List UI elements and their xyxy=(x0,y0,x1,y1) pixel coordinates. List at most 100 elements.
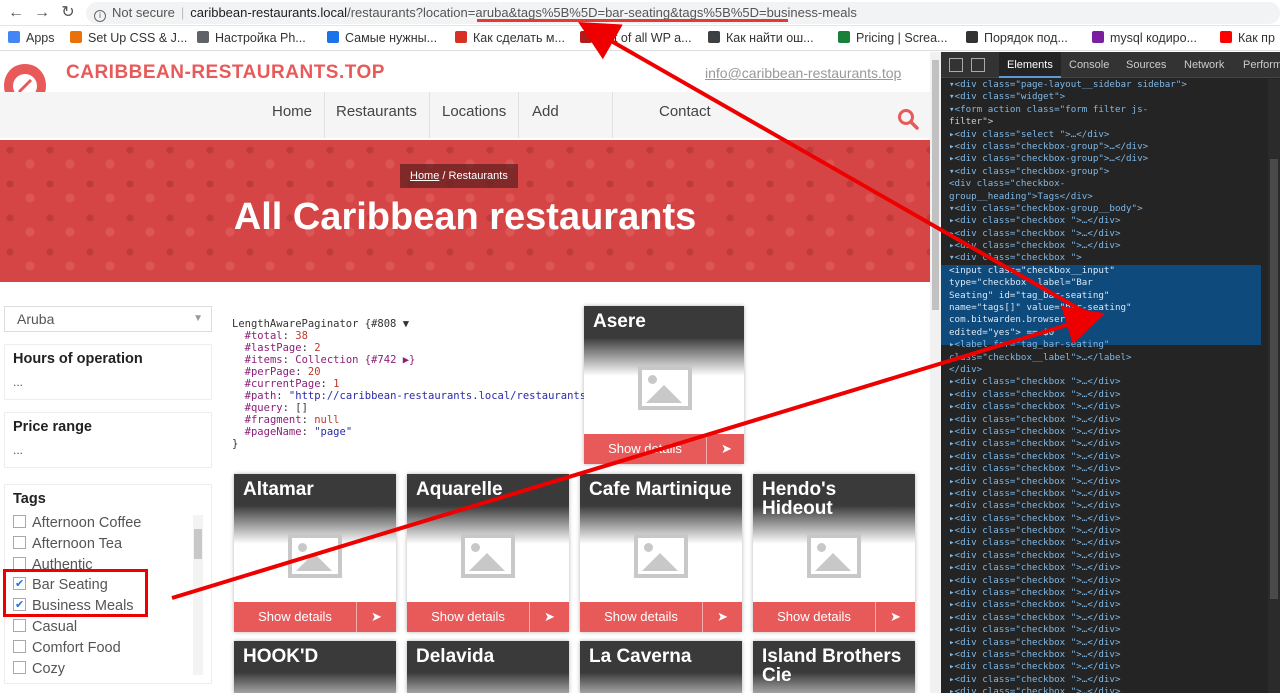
dom-tree-line[interactable]: edited="yes"> == $0 xyxy=(941,327,1280,339)
tag-checkbox-item[interactable]: Cozy xyxy=(13,659,65,679)
card-title[interactable]: La Caverna xyxy=(589,647,739,666)
dom-tree-line[interactable]: ▸<div class="checkbox ">…</div> xyxy=(941,476,1280,488)
site-logo[interactable]: CARIBBEAN-RESTAURANTS.TOP xyxy=(66,62,385,84)
dom-tree-line[interactable]: ▸<div class="checkbox ">…</div> xyxy=(941,649,1280,661)
navigate-icon[interactable]: ➤ xyxy=(529,602,569,632)
checkbox-empty-icon[interactable] xyxy=(13,515,26,528)
dom-tree-line[interactable]: type="checkbox" label="Bar xyxy=(941,277,1280,289)
dom-tree-line[interactable]: ▸<div class="checkbox ">…</div> xyxy=(941,525,1280,537)
menu-add-restaurant[interactable]: Add restaurant xyxy=(520,92,613,160)
dom-tree-line[interactable]: ▸<div class="checkbox ">…</div> xyxy=(941,488,1280,500)
navigate-icon[interactable]: ➤ xyxy=(356,602,396,632)
dom-tree-line[interactable]: <input class="checkbox__input" xyxy=(941,265,1280,277)
navigate-icon[interactable]: ➤ xyxy=(706,434,744,464)
card-title[interactable]: Altamar xyxy=(243,480,393,499)
card-title[interactable]: Cafe Martinique xyxy=(589,480,739,499)
show-details-button[interactable]: Show details xyxy=(407,602,529,632)
restaurant-card[interactable]: HOOK'D xyxy=(234,641,396,693)
card-title[interactable]: Delavida xyxy=(416,647,566,666)
dom-tree-line[interactable]: </div> xyxy=(941,364,1280,376)
info-icon[interactable]: i xyxy=(94,10,106,22)
bookmark-item[interactable]: Как пр xyxy=(1220,31,1275,45)
tag-checkbox-item[interactable]: Afternoon Tea xyxy=(13,534,122,554)
menu-locations[interactable]: Locations xyxy=(430,92,520,138)
dom-tree-line[interactable]: ▸<div class="checkbox ">…</div> xyxy=(941,451,1280,463)
tab-network[interactable]: Network xyxy=(1176,52,1232,78)
checkbox-empty-icon[interactable] xyxy=(13,660,26,674)
tab-console[interactable]: Console xyxy=(1061,52,1117,78)
hours-filter-value[interactable]: ... xyxy=(13,375,203,389)
dom-tree-line[interactable]: ▾<div class="checkbox-group__body"> xyxy=(941,203,1280,215)
menu-home[interactable]: Home xyxy=(260,92,326,138)
tag-checkbox-item[interactable]: Casual xyxy=(13,617,77,637)
card-title[interactable]: Asere xyxy=(593,312,743,331)
tab-elements[interactable]: Elements xyxy=(999,52,1061,78)
restaurant-card[interactable]: Asere Show details ➤ xyxy=(584,306,744,464)
bookmark-item[interactable]: List of all WP a... xyxy=(580,31,692,45)
dom-tree-line[interactable]: ▸<div class="checkbox ">…</div> xyxy=(941,414,1280,426)
dom-tree-line[interactable]: ▸<div class="checkbox ">…</div> xyxy=(941,661,1280,673)
dump-value[interactable]: Collection {#742 ▶} xyxy=(295,354,415,366)
restaurant-card[interactable]: Altamar Show details ➤ xyxy=(234,474,396,632)
menu-restaurants[interactable]: Restaurants xyxy=(324,92,430,138)
tags-scrollbar-thumb[interactable] xyxy=(194,529,202,559)
dom-tree-line[interactable]: ▸<div class="checkbox ">…</div> xyxy=(941,376,1280,388)
page-scrollbar[interactable] xyxy=(930,52,941,693)
card-title[interactable]: HOOK'D xyxy=(243,647,393,666)
device-toolbar-icon[interactable] xyxy=(971,58,985,72)
bookmark-item[interactable]: Pricing | Screa... xyxy=(838,31,947,45)
bookmark-item[interactable]: Порядок под... xyxy=(966,31,1068,45)
dom-tree-line[interactable]: ▸<label for="tag_bar-seating" xyxy=(941,339,1280,351)
dom-tree-line[interactable]: ▸<div class="checkbox ">…</div> xyxy=(941,537,1280,549)
show-details-button[interactable]: Show details xyxy=(580,602,702,632)
contact-email-link[interactable]: info@caribbean-restaurants.top xyxy=(705,65,901,81)
dom-tree-line[interactable]: ▸<div class="checkbox ">…</div> xyxy=(941,240,1280,252)
reload-icon[interactable]: ↻ xyxy=(58,3,78,23)
restaurant-card[interactable]: Aquarelle Show details ➤ xyxy=(407,474,569,632)
bookmark-item[interactable]: Как сделать м... xyxy=(455,31,565,45)
dom-tree-line[interactable]: ▸<div class="checkbox ">…</div> xyxy=(941,389,1280,401)
dom-tree-line[interactable]: ▸<div class="select ">…</div> xyxy=(941,129,1280,141)
dom-tree-line[interactable]: filter"> xyxy=(941,116,1280,128)
dom-tree-line[interactable]: ▸<div class="checkbox ">…</div> xyxy=(941,686,1280,693)
bookmark-item[interactable]: mysql кодиро... xyxy=(1092,31,1197,45)
restaurant-card[interactable]: Hendo's Hideout Show details ➤ xyxy=(753,474,915,632)
restaurant-card[interactable]: Delavida xyxy=(407,641,569,693)
dom-tree-line[interactable]: ▸<div class="checkbox ">…</div> xyxy=(941,401,1280,413)
dom-tree-line[interactable]: ▸<div class="checkbox ">…</div> xyxy=(941,599,1280,611)
dom-tree-line[interactable]: ▸<div class="checkbox ">…</div> xyxy=(941,562,1280,574)
bookmark-item[interactable]: Apps xyxy=(8,31,55,45)
dom-tree-line[interactable]: com.bitwarden.browser.user- xyxy=(941,314,1280,326)
dom-tree-line[interactable]: group__heading">Tags</div> xyxy=(941,191,1280,203)
dom-tree-line[interactable]: ▸<div class="checkbox ">…</div> xyxy=(941,637,1280,649)
dom-tree-line[interactable]: ▾<form action class="form filter js- xyxy=(941,104,1280,116)
menu-contact[interactable]: Contact xyxy=(647,92,723,138)
dom-tree-line[interactable]: ▸<div class="checkbox ">…</div> xyxy=(941,575,1280,587)
card-title[interactable]: Hendo's Hideout xyxy=(762,480,912,518)
search-icon[interactable] xyxy=(897,108,919,130)
dom-tree-line[interactable]: ▸<div class="checkbox ">…</div> xyxy=(941,426,1280,438)
card-title[interactable]: Aquarelle xyxy=(416,480,566,499)
dom-tree-line[interactable]: ▸<div class="checkbox ">…</div> xyxy=(941,228,1280,240)
dom-tree-line[interactable]: class="checkbox__label">…</label> xyxy=(941,352,1280,364)
page-scrollbar-thumb[interactable] xyxy=(932,60,939,310)
dom-tree-line[interactable]: ▾<div class="widget"> xyxy=(941,91,1280,103)
price-filter-value[interactable]: ... xyxy=(13,443,203,457)
navigate-icon[interactable]: ➤ xyxy=(702,602,742,632)
tag-checkbox-item[interactable]: Afternoon Coffee xyxy=(13,513,141,533)
bookmark-item[interactable]: Настройка Ph... xyxy=(197,31,306,45)
dom-tree-line[interactable]: ▸<div class="checkbox ">…</div> xyxy=(941,624,1280,636)
devtools-scrollbar-thumb[interactable] xyxy=(1270,159,1278,599)
checkbox-empty-icon[interactable] xyxy=(13,639,26,653)
restaurant-card[interactable]: Cafe Martinique Show details ➤ xyxy=(580,474,742,632)
dom-tree-line[interactable]: <div class="checkbox- xyxy=(941,178,1280,190)
dom-tree-line[interactable]: ▸<div class="checkbox-group">…</div> xyxy=(941,141,1280,153)
dom-tree-line[interactable]: ▸<div class="checkbox ">…</div> xyxy=(941,587,1280,599)
navigate-icon[interactable]: ➤ xyxy=(875,602,915,632)
checkbox-empty-icon[interactable] xyxy=(13,535,26,549)
dom-tree-line[interactable]: ▸<div class="checkbox ">…</div> xyxy=(941,513,1280,525)
tab-performance[interactable]: Performa xyxy=(1235,52,1280,78)
inspect-icon[interactable] xyxy=(949,58,963,72)
dom-tree-line[interactable]: ▸<div class="checkbox ">…</div> xyxy=(941,215,1280,227)
dom-tree-line[interactable]: ▸<div class="checkbox-group">…</div> xyxy=(941,153,1280,165)
